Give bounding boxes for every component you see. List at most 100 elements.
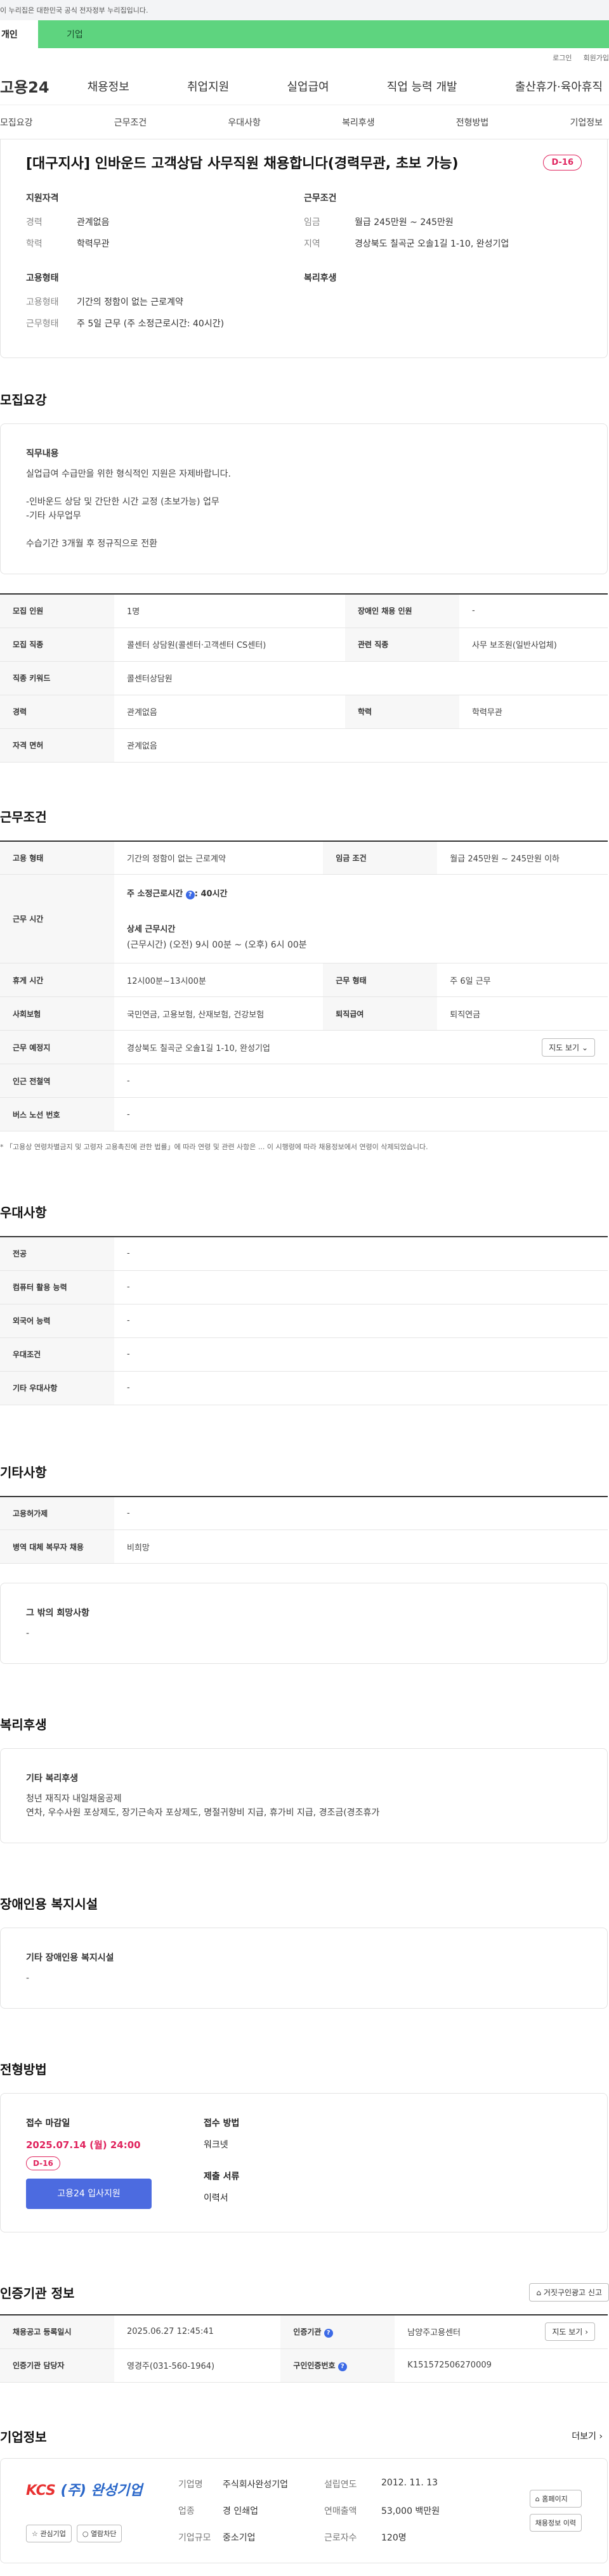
cell-val: - — [114, 1097, 608, 1131]
subnav-company[interactable]: 기업정보 — [570, 116, 603, 129]
login-link[interactable]: 로그인 — [553, 53, 572, 63]
table-row: 인근 전철역 - — [0, 1064, 608, 1098]
report-button[interactable]: ⌂ 거짓구인광고 신고 — [529, 2283, 609, 2302]
favorite-button-label: 관심기업 — [40, 2529, 66, 2538]
subnav-work[interactable]: 근무조건 — [114, 116, 147, 129]
apply-box: 접수 마감일 2025.07.14 (월) 24:00 D-16 고용24 입사… — [0, 2093, 608, 2232]
org-val: 남양주고용센터 — [407, 2328, 461, 2338]
gnb-item-jobs[interactable]: 채용정보 — [88, 78, 129, 94]
subnav-apply[interactable]: 전형방법 — [456, 116, 489, 129]
cell-val: 콜센터상담원 — [114, 661, 608, 695]
gnb-menu: 채용정보 취업지원 실업급여 직업 능력 개발 출산휴가·육아휴직 — [88, 78, 609, 94]
favorite-button[interactable]: ☆ 관심기업 — [26, 2524, 72, 2542]
hours-val: : 40시간 — [194, 889, 228, 899]
hours-title: 주 소정근로시간 — [127, 889, 183, 899]
info-key: 업종 — [178, 2506, 195, 2516]
gnb-item-support[interactable]: 취업지원 — [187, 78, 229, 94]
home-icon: ⌂ — [535, 2494, 540, 2503]
cell-key: 기타 우대사항 — [0, 1371, 114, 1405]
subnav-welfare[interactable]: 복리후생 — [342, 116, 375, 129]
welfare-heading: 복리후생 — [0, 1717, 47, 1732]
disability-heading: 장애인용 복지시설 — [0, 1897, 98, 1912]
top-tabs: 개인 기업 — [0, 20, 609, 48]
company-box: KCS (주) 완성기업 ☆ 관심기업 ○ 열람차단 기업명 주식회사완성기업 설립… — [0, 2457, 608, 2563]
table-row: 버스 노선 번호 - — [0, 1097, 608, 1131]
tab-personal[interactable]: 개인 — [0, 20, 38, 48]
org-key-label: 인증기관 — [293, 2327, 322, 2336]
qual-val: 학력무관 — [77, 239, 110, 249]
job-desc-label: 직무내용 — [26, 449, 59, 459]
cell-key: 휴게 시간 — [0, 963, 114, 997]
company-logo-mark: KCS — [26, 2482, 56, 2499]
homepage-button[interactable]: ⌂ 홈페이지 — [529, 2489, 582, 2508]
dday-badge: D-16 — [543, 154, 582, 171]
table-row: 모집 직종 콜센터 상담원(콜센터·고객센터 CS센터) 관련 직종 사무 보조… — [0, 628, 608, 662]
emp-val: 주 5일 근무 (주 소정근로시간: 40시간) — [77, 319, 225, 329]
cell-val: 사무 보조원(일반사업체) — [459, 628, 608, 662]
cell-val: 1명 — [114, 594, 345, 628]
work-place-val: 경상북도 칠곡군 오솔1길 1-10, 완성기업 — [127, 1043, 270, 1053]
cell-key: 인근 전철역 — [0, 1064, 114, 1098]
signup-link[interactable]: 회원가입 — [584, 53, 609, 63]
cell-val: 관계없음 — [114, 728, 608, 763]
emp-key: 근무형태 — [26, 319, 59, 329]
homepage-button-label: 홈페이지 — [542, 2494, 568, 2503]
info-icon[interactable]: ? — [337, 2362, 347, 2371]
cert-map-button[interactable]: 지도 보기 › — [545, 2322, 595, 2341]
chevron-down-icon: ⌄ — [581, 1043, 588, 1052]
table-row: 자격 면허 관계없음 — [0, 728, 608, 763]
company-heading: 기업정보 — [0, 2429, 47, 2445]
job-desc-line: 실업급여 수급만을 위한 형식적인 지원은 자제바랍니다. — [26, 469, 231, 479]
gnb-item-training[interactable]: 직업 능력 개발 — [387, 78, 457, 94]
map-button[interactable]: 지도 보기 ⌄ — [542, 1038, 595, 1057]
apply-button[interactable]: 고용24 입사지원 — [26, 2179, 152, 2209]
cell-val: - — [114, 1496, 608, 1530]
cell-val: - — [114, 1304, 608, 1338]
tab-company[interactable]: 기업 — [38, 20, 609, 48]
cell-key: 근무 형태 — [323, 963, 438, 997]
cond-label: 근무조건 — [304, 193, 337, 203]
house-icon: ⌂ — [536, 2288, 542, 2297]
cell-key: 임금 조건 — [323, 840, 438, 875]
work-table: 고용 형태 기간의 정함이 없는 근로계약 임금 조건 월급 245만원 ~ 2… — [0, 840, 608, 1131]
cell-val: 비희망 — [114, 1530, 608, 1564]
table-row: 인증기관 담당자 영경주(031-560-1964) 구인인증번호 ? K151… — [0, 2348, 608, 2383]
detail-val: (근무시간) (오전) 9시 00분 ~ (오후) 6시 00분 — [127, 940, 307, 950]
cell-key: 학력 — [344, 695, 459, 729]
chevron-right-icon: › — [585, 2328, 588, 2337]
gnb-item-leave[interactable]: 출산휴가·육아휴직 — [515, 78, 603, 94]
table-row: 근무 예정지 경상북도 칠곡군 오솔1길 1-10, 완성기업 지도 보기 ⌄ — [0, 1030, 608, 1064]
more-link[interactable]: 더보기 › — [572, 2430, 603, 2442]
welfare-line: 청년 재직자 내일채움공제 — [26, 1794, 122, 1804]
cell-val: 2025.06.27 12:45:41 — [114, 2315, 281, 2349]
subnav-pref[interactable]: 우대사항 — [228, 116, 261, 129]
job-desc-line — [26, 523, 582, 537]
cell-key: 컴퓨터 활용 능력 — [0, 1270, 114, 1304]
cond-val: 월급 245만원 ~ 245만원 — [355, 217, 454, 228]
cell-val: - — [114, 1270, 608, 1304]
welfare-line: 연차, 우수사원 포상제도, 장기근속자 포상제도, 명절귀향비 지급, 휴가비… — [26, 1808, 380, 1818]
gnb-item-unemployment[interactable]: 실업급여 — [287, 78, 329, 94]
history-button[interactable]: 채용정보 이력 — [529, 2513, 582, 2532]
block-button-label: 열람차단 — [90, 2529, 117, 2538]
global-nav: 고용24 채용정보 취업지원 실업급여 직업 능력 개발 출산휴가·육아휴직 — [0, 67, 609, 105]
table-row: 우대조건 - — [0, 1337, 608, 1372]
subnav-recruit[interactable]: 모집요강 — [0, 116, 33, 129]
site-logo[interactable]: 고용24 — [0, 75, 49, 97]
cell-key: 장애인 채용 인원 — [344, 594, 459, 628]
block-button[interactable]: ○ 열람차단 — [76, 2524, 122, 2542]
cell-val: - — [459, 594, 608, 628]
info-icon[interactable]: ? — [324, 2328, 333, 2338]
cell-val: 주 6일 근무 — [437, 963, 608, 997]
job-title: [대구지사] 인바운드 고객상담 사무직원 채용합니다(경력무관, 초보 가능) — [26, 156, 459, 172]
cell-val: 기간의 정함이 없는 근로계약 — [114, 840, 324, 875]
cell-key: 구인인증번호 ? — [280, 2348, 395, 2383]
emp-label: 고용형태 — [26, 273, 59, 283]
info-icon[interactable]: ? — [185, 891, 195, 899]
cell-val: 학력무관 — [459, 695, 608, 729]
cell-key: 우대조건 — [0, 1337, 114, 1372]
work-hours-cell: 주 소정근로시간 ?: 40시간 상세 근무시간 (근무시간) (오전) 9시 … — [114, 874, 608, 963]
table-row: 전공 - — [0, 1237, 608, 1271]
cell-key: 채용공고 등록일시 — [0, 2315, 114, 2349]
deadline-label: 접수 마감일 — [26, 2118, 70, 2128]
